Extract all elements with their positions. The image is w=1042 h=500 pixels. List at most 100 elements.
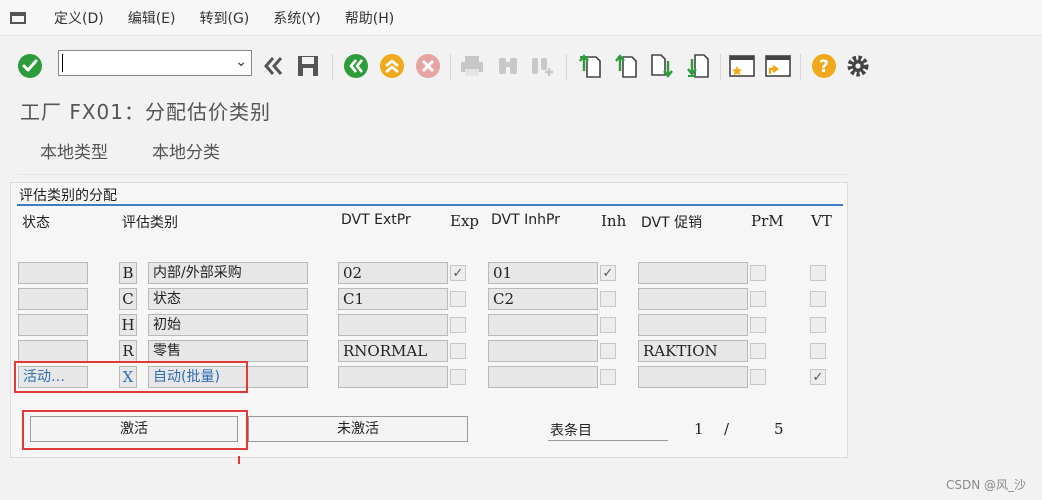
toolbar-separator — [450, 54, 451, 80]
first-page-icon[interactable] — [576, 52, 604, 80]
row-vt-checkbox[interactable] — [810, 291, 826, 307]
row-dvt-promo-field[interactable] — [638, 288, 748, 310]
find-next-icon[interactable] — [528, 52, 556, 80]
row-dvt-extpr-field[interactable]: 02 — [338, 262, 448, 284]
exit-icon[interactable] — [378, 52, 406, 80]
menu-help[interactable]: 帮助(H) — [345, 8, 394, 28]
tab-divider — [18, 174, 848, 175]
activate-button[interactable]: 激活 — [30, 416, 238, 442]
row-inh-checkbox[interactable] — [600, 343, 616, 359]
tab-local-type[interactable]: 本地类型 — [18, 134, 130, 172]
cancel-icon[interactable] — [414, 52, 442, 80]
print-icon[interactable] — [458, 52, 486, 80]
row-vt-checkbox[interactable] — [810, 343, 826, 359]
menu-edit[interactable]: 编辑(E) — [128, 8, 176, 28]
row-vt-checkbox[interactable] — [810, 317, 826, 333]
row-category-description: 状态 — [148, 288, 308, 310]
highlight-marker — [238, 456, 240, 464]
row-category-key: R — [119, 340, 137, 362]
row-status-field — [18, 288, 88, 310]
text-cursor — [62, 54, 63, 72]
row-prm-checkbox[interactable] — [750, 343, 766, 359]
row-inh-checkbox[interactable] — [600, 317, 616, 333]
row-inh-checkbox[interactable] — [600, 291, 616, 307]
watermark: CSDN @风_沙 — [945, 478, 1026, 492]
row-dvt-promo-field[interactable] — [638, 314, 748, 336]
table-entries-label: 表条目 — [550, 423, 592, 439]
highlight-frame-active-row — [14, 361, 248, 393]
save-icon[interactable] — [294, 52, 322, 80]
header-status: 状态 — [22, 215, 50, 231]
header-dvt-promo: DVT 促销 — [641, 215, 703, 231]
deactivate-button[interactable]: 未激活 — [248, 416, 468, 442]
row-prm-checkbox[interactable] — [750, 265, 766, 281]
row-prm-checkbox[interactable] — [750, 369, 766, 385]
find-icon[interactable] — [494, 52, 522, 80]
entries-separator: / — [724, 420, 730, 438]
row-dvt-inhpr-field[interactable]: 01 — [488, 262, 598, 284]
last-page-icon[interactable] — [684, 52, 712, 80]
row-dvt-inhpr-field[interactable] — [488, 314, 598, 336]
row-status-field — [18, 314, 88, 336]
row-dvt-inhpr-field[interactable]: C2 — [488, 288, 598, 310]
settings-icon[interactable] — [844, 52, 872, 80]
row-dvt-promo-field[interactable] — [638, 262, 748, 284]
new-session-icon[interactable] — [728, 52, 756, 80]
back-double-icon[interactable] — [260, 52, 288, 80]
row-category-description: 内部/外部采购 — [148, 262, 308, 284]
row-dvt-promo-field[interactable]: RAKTION — [638, 340, 748, 362]
row-category-description: 初始 — [148, 314, 308, 336]
row-exp-checkbox[interactable] — [450, 317, 466, 333]
help-icon[interactable]: ? — [810, 52, 838, 80]
toolbar-separator — [800, 54, 801, 80]
tab-strip: 本地类型 本地分类 — [18, 134, 242, 174]
header-vt: VT — [811, 212, 832, 230]
previous-page-icon[interactable] — [612, 52, 640, 80]
row-inh-checkbox[interactable] — [600, 369, 616, 385]
header-valuation-category: 评估类别 — [122, 215, 178, 231]
row-dvt-extpr-field[interactable] — [338, 314, 448, 336]
row-status-field — [18, 262, 88, 284]
chevron-down-icon[interactable]: ⌄ — [235, 54, 247, 70]
row-exp-checkbox[interactable] — [450, 369, 466, 385]
command-field[interactable]: ⌄ — [58, 50, 252, 76]
row-exp-checkbox[interactable]: ✓ — [450, 265, 466, 281]
back-icon[interactable] — [342, 52, 370, 80]
header-exp: Exp — [450, 212, 480, 230]
menu-bar: 定义(D) 编辑(E) 转到(G) 系统(Y) 帮助(H) — [0, 0, 1042, 36]
row-dvt-inhpr-field[interactable] — [488, 366, 598, 388]
row-exp-checkbox[interactable] — [450, 291, 466, 307]
toolbar-separator — [566, 54, 567, 80]
svg-text:?: ? — [819, 57, 829, 77]
toolbar-separator — [720, 54, 721, 80]
row-inh-checkbox[interactable]: ✓ — [600, 265, 616, 281]
row-dvt-extpr-field[interactable]: RNORMAL — [338, 340, 448, 362]
row-dvt-extpr-field[interactable] — [338, 366, 448, 388]
next-page-icon[interactable] — [648, 52, 676, 80]
row-category-key: B — [119, 262, 137, 284]
tab-local-category[interactable]: 本地分类 — [130, 134, 242, 172]
row-dvt-inhpr-field[interactable] — [488, 340, 598, 362]
entries-current: 1 — [694, 420, 704, 438]
row-prm-checkbox[interactable] — [750, 317, 766, 333]
command-input[interactable] — [59, 51, 227, 75]
menu-define[interactable]: 定义(D) — [54, 8, 104, 28]
menu-goto[interactable]: 转到(G) — [200, 8, 250, 28]
menu-system[interactable]: 系统(Y) — [273, 8, 320, 28]
row-vt-checkbox[interactable]: ✓ — [810, 369, 826, 385]
header-inh: Inh — [601, 212, 627, 230]
header-dvt-extpr: DVT ExtPr — [341, 212, 411, 228]
row-category-key: H — [119, 314, 137, 336]
shortcut-icon[interactable] — [764, 52, 792, 80]
row-dvt-extpr-field[interactable]: C1 — [338, 288, 448, 310]
row-status-field — [18, 340, 88, 362]
system-menu-icon[interactable] — [10, 11, 26, 24]
page-title: 工厂 FX01：分配估价类别 — [20, 100, 272, 124]
header-dvt-inhpr: DVT InhPr — [491, 212, 560, 228]
row-dvt-promo-field[interactable] — [638, 366, 748, 388]
group-title-underline — [17, 204, 843, 206]
row-vt-checkbox[interactable] — [810, 265, 826, 281]
row-exp-checkbox[interactable] — [450, 343, 466, 359]
row-prm-checkbox[interactable] — [750, 291, 766, 307]
enter-icon[interactable] — [16, 52, 44, 80]
